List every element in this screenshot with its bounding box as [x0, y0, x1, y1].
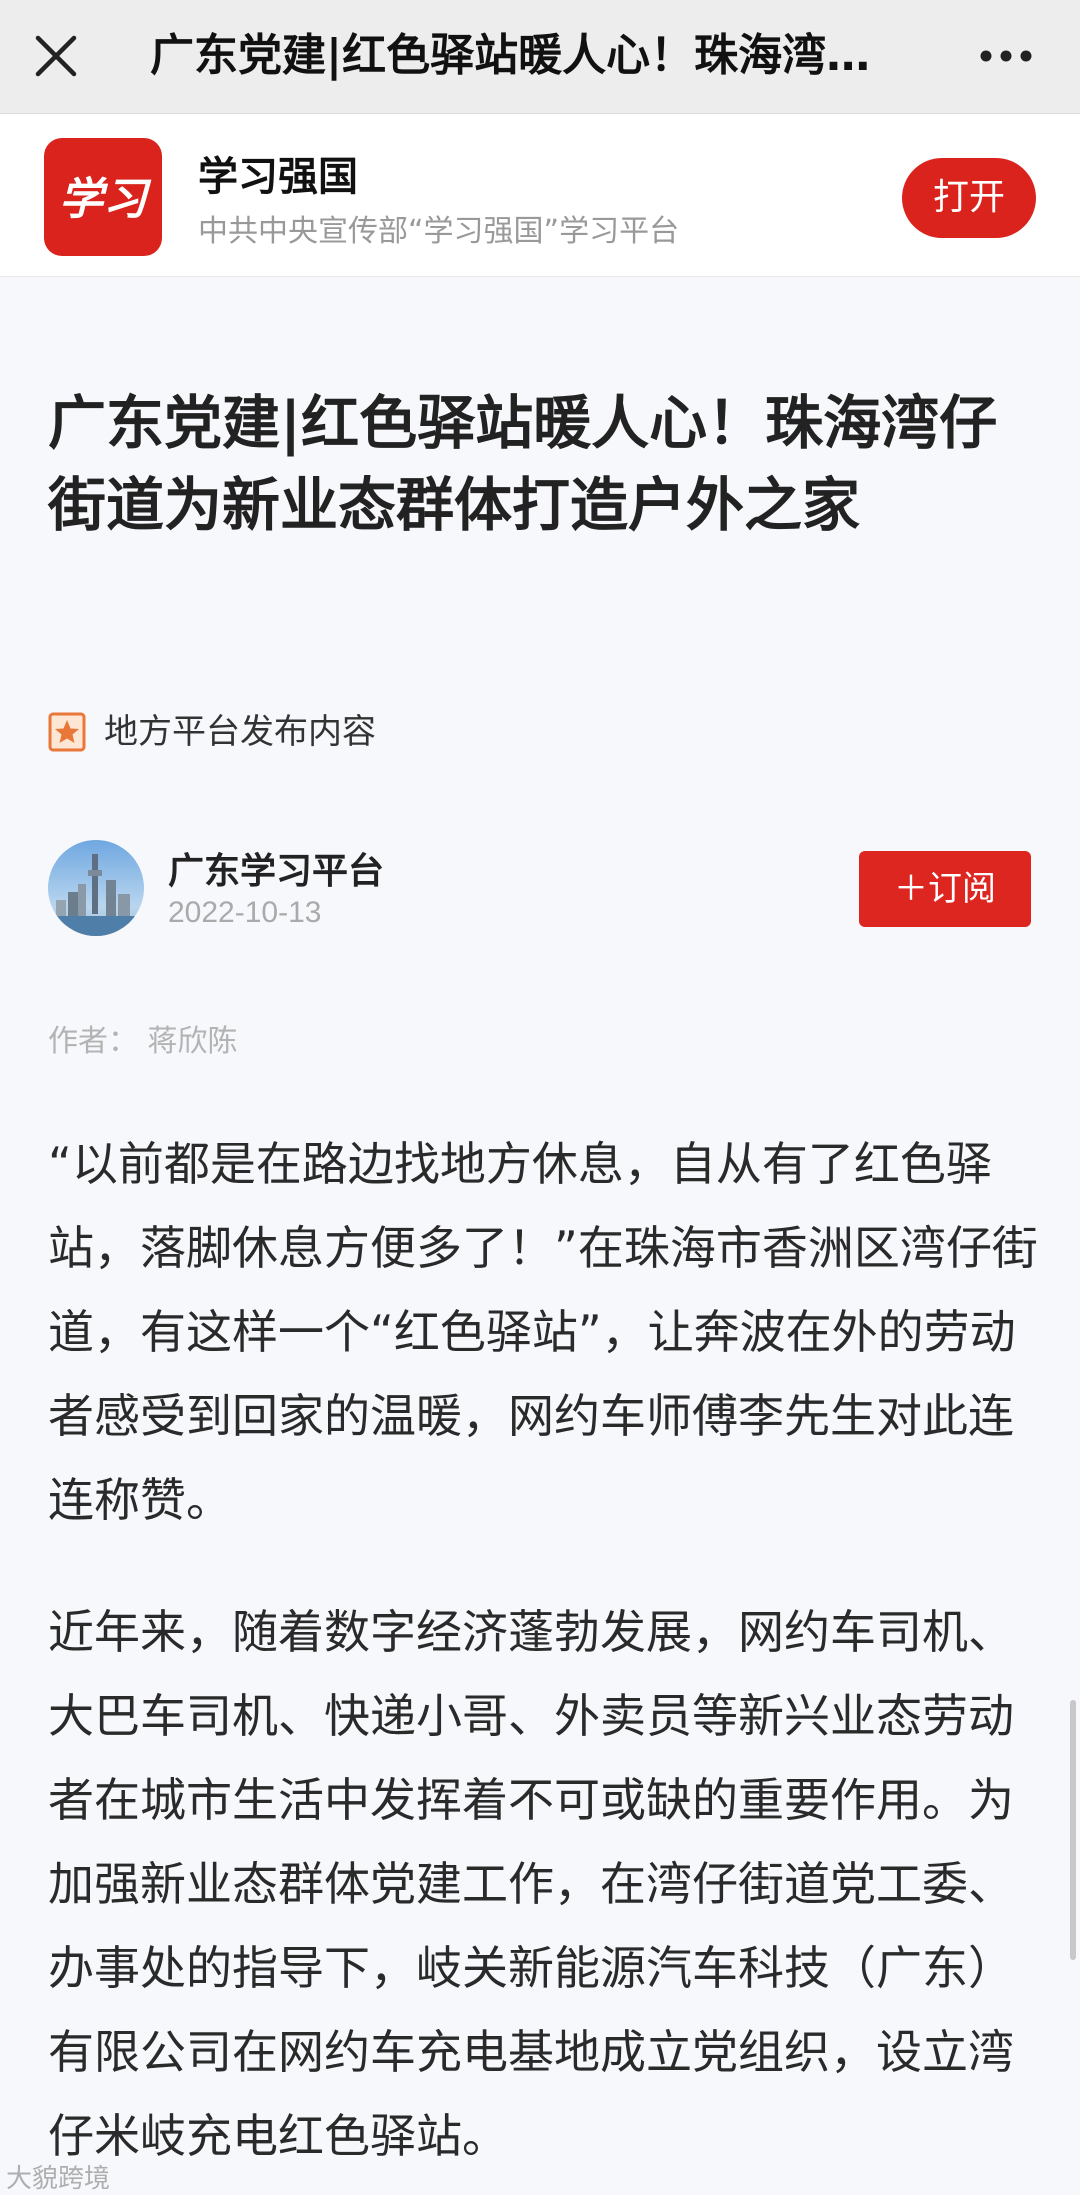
app-logo: 学习	[44, 138, 162, 256]
article-title: 广东党建|红色驿站暖人心！珠海湾仔街道为新业态群体打造户外之家	[48, 389, 998, 539]
source-label: 地方平台发布内容	[104, 712, 376, 752]
page-title: 广东党建|红色驿站暖人心！珠海湾…	[150, 30, 871, 81]
subscribe-button[interactable]: ＋订阅	[859, 851, 1031, 927]
avatar[interactable]	[48, 840, 144, 936]
more-horizontal-icon	[980, 50, 1032, 62]
byline: 作者： 蒋欣陈	[48, 1024, 238, 1059]
author-name[interactable]: 广东学习平台	[168, 842, 384, 894]
top-nav-bar: 广东党建|红色驿站暖人心！珠海湾…	[0, 0, 1080, 114]
article-paragraph-2: 近年来，随着数字经济蓬勃发展，网约车司机、大巴车司机、快递小哥、外卖员等新兴业态…	[48, 1605, 1014, 2163]
app-logo-text: 学习	[59, 174, 152, 225]
more-button[interactable]	[978, 30, 1034, 82]
watermark: 大貌跨境	[6, 2164, 111, 2194]
publish-date: 2022-10-13	[168, 896, 322, 929]
app-banner[interactable]: 学习 学习强国 中共中央宣传部“学习强国”学习平台 打开	[0, 114, 1080, 277]
close-icon	[35, 35, 77, 77]
article-paragraph-1: “以前都是在路边找地方休息，自从有了红色驿站，落脚休息方便多了！”在珠海市香洲区…	[48, 1137, 1038, 1527]
scrollbar[interactable]	[1070, 1700, 1076, 1960]
open-app-button[interactable]: 打开	[902, 158, 1036, 238]
close-button[interactable]	[30, 30, 82, 82]
app-subtitle: 中共中央宣传部“学习强国”学习平台	[198, 214, 680, 249]
star-badge-icon	[48, 712, 86, 752]
app-name: 学习强国	[198, 154, 358, 200]
